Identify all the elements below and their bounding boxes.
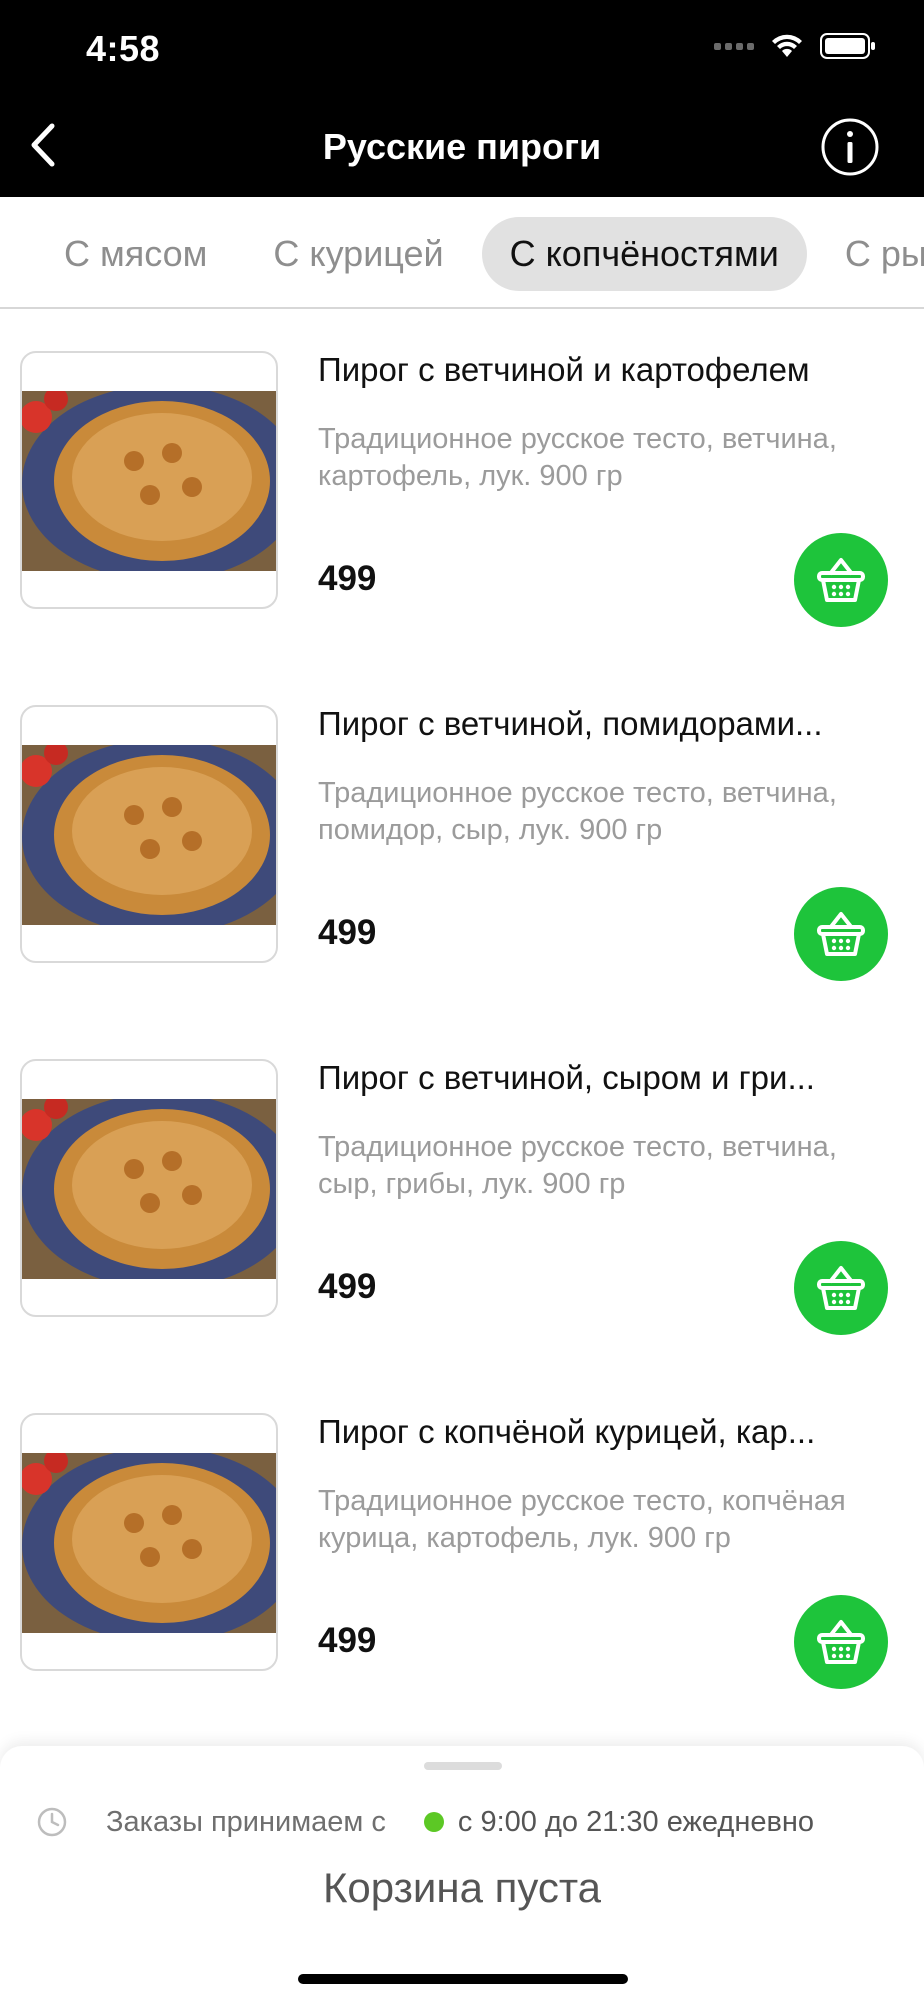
add-to-cart-button[interactable] — [794, 1241, 888, 1335]
product-description: Традиционное русское тесто, ветчина, кар… — [318, 423, 837, 492]
cart-bottom-sheet[interactable]: Заказы принимаем с с 9:00 до 21:30 ежедн… — [0, 1746, 924, 2000]
status-icons — [714, 32, 876, 60]
pie-photo-icon — [22, 391, 276, 571]
page-title: Русские пироги — [322, 126, 602, 167]
product-image — [20, 1413, 278, 1671]
add-to-cart-button[interactable] — [794, 1595, 888, 1689]
working-hours: Заказы принимаем с с 9:00 до 21:30 ежедн… — [36, 1800, 906, 1844]
tab-fish[interactable]: С рыбой — [817, 217, 924, 291]
info-icon — [821, 118, 879, 176]
product-price: 499 — [318, 1267, 377, 1306]
basket-icon — [817, 1620, 865, 1664]
product-title: Пирог с ветчиной, помидорами... — [318, 705, 823, 742]
open-status-dot — [423, 1812, 444, 1832]
product-description: Традиционное русское тесто, копчёная кур… — [318, 1485, 846, 1554]
product-title: Пирог с копчёной курицей, кар... — [318, 1413, 816, 1450]
category-tabs-track: С мясом С курицей С копчёностями С рыбой — [36, 217, 924, 291]
product-image — [20, 705, 278, 963]
cart-status[interactable]: Корзина пуста — [0, 1864, 924, 1912]
wifi-icon — [770, 33, 804, 59]
basket-icon — [817, 912, 865, 956]
product-title: Пирог с ветчиной, сыром и гри... — [318, 1059, 815, 1096]
hours-value: с 9:00 до 21:30 ежедневно — [457, 1805, 815, 1838]
pie-photo-icon — [22, 1099, 276, 1279]
product-item[interactable]: Пирог с ветчиной, помидорами... Традицио… — [0, 665, 924, 1019]
basket-icon — [817, 1266, 865, 1310]
product-price: 499 — [318, 559, 377, 598]
app-header: 4:58 Русские пироги — [0, 0, 924, 197]
status-time: 4:58 — [86, 28, 161, 69]
product-description: Традиционное русское тесто, ветчина, пом… — [318, 777, 837, 846]
pie-photo-icon — [22, 1453, 276, 1633]
product-description: Традиционное русское тесто, ветчина, сыр… — [318, 1131, 837, 1200]
tab-chicken[interactable]: С курицей — [245, 217, 471, 291]
hours-label: Заказы принимаем с — [106, 1805, 386, 1838]
add-to-cart-button[interactable] — [794, 533, 888, 627]
home-indicator — [298, 1974, 628, 1984]
product-image — [20, 1059, 278, 1317]
sheet-grabber[interactable] — [424, 1762, 502, 1770]
product-item[interactable]: Пирог с копчёной курицей, кар... Традици… — [0, 1373, 924, 1727]
add-to-cart-button[interactable] — [794, 887, 888, 981]
product-item[interactable]: Пирог с ветчиной, сыром и гри... Традици… — [0, 1019, 924, 1373]
product-image — [20, 351, 278, 609]
product-price: 499 — [318, 913, 377, 952]
tab-meat[interactable]: С мясом — [36, 217, 235, 291]
basket-icon — [817, 558, 865, 602]
cellular-signal-icon — [714, 42, 754, 50]
product-item[interactable]: Пирог с ветчиной и картофелем Традиционн… — [0, 311, 924, 665]
info-button[interactable] — [820, 117, 880, 177]
category-tabs: С мясом С курицей С копчёностями С рыбой — [0, 197, 924, 309]
clock-icon — [37, 1807, 67, 1837]
battery-icon — [820, 32, 876, 60]
product-price: 499 — [318, 1621, 377, 1660]
product-title: Пирог с ветчиной и картофелем — [318, 351, 810, 388]
pie-photo-icon — [22, 745, 276, 925]
tab-smoked[interactable]: С копчёностями — [481, 217, 807, 291]
